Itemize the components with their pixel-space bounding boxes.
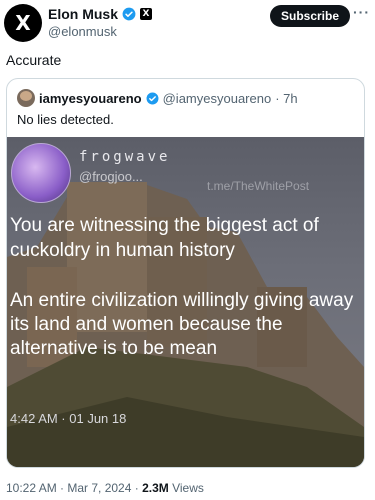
frogwave-name: frogwave	[79, 149, 171, 165]
quote-text: No lies detected.	[17, 112, 114, 127]
tweet-time-date[interactable]: 10:22 AM · Mar 7, 2024 ·	[6, 481, 142, 495]
tweet-meta: 10:22 AM · Mar 7, 2024 · 2.3M Views	[6, 481, 204, 495]
author-handle[interactable]: @elonmusk	[48, 24, 117, 39]
views-label: Views	[168, 481, 204, 495]
quote-handle: @iamyesyouareno	[162, 90, 272, 106]
quoted-tweet[interactable]: iamyesyouareno @iamyesyouareno · 7h No l…	[6, 78, 365, 468]
verified-badge-icon	[146, 92, 159, 104]
quote-media-image[interactable]: frogwave @frogjoo... t.me/TheWhitePost Y…	[7, 137, 364, 467]
x-affiliate-icon: X	[140, 8, 153, 20]
subscribe-button[interactable]: Subscribe	[270, 5, 350, 27]
author-avatar[interactable]: X	[4, 4, 42, 42]
frogwave-avatar	[11, 143, 71, 203]
tweet-text: Accurate	[6, 52, 62, 68]
more-options-icon[interactable]: ···	[353, 4, 370, 20]
x-logo-icon: X	[15, 11, 31, 35]
meme-timestamp: 4:42 AM · 01 Jun 18	[10, 411, 127, 426]
author-name-line: Elon Musk X	[48, 6, 153, 22]
meme-line-2: An entire civilization willingly giving …	[10, 290, 354, 359]
quote-display-name: iamyesyouareno	[39, 90, 142, 106]
quote-time: · 7h	[275, 90, 298, 106]
meme-line-1: You are witnessing the biggest act of cu…	[10, 215, 319, 261]
verified-badge-icon	[122, 7, 136, 21]
views-count: 2.3M	[142, 481, 169, 495]
tweet-header: X Elon Musk X @elonmusk Subscribe ···	[0, 0, 375, 48]
frogwave-handle: @frogjoo...	[79, 169, 143, 184]
watermark-text: t.me/TheWhitePost	[207, 179, 310, 193]
quote-avatar	[17, 89, 35, 107]
quote-header: iamyesyouareno @iamyesyouareno · 7h	[17, 89, 298, 107]
author-display-name[interactable]: Elon Musk	[48, 6, 118, 22]
